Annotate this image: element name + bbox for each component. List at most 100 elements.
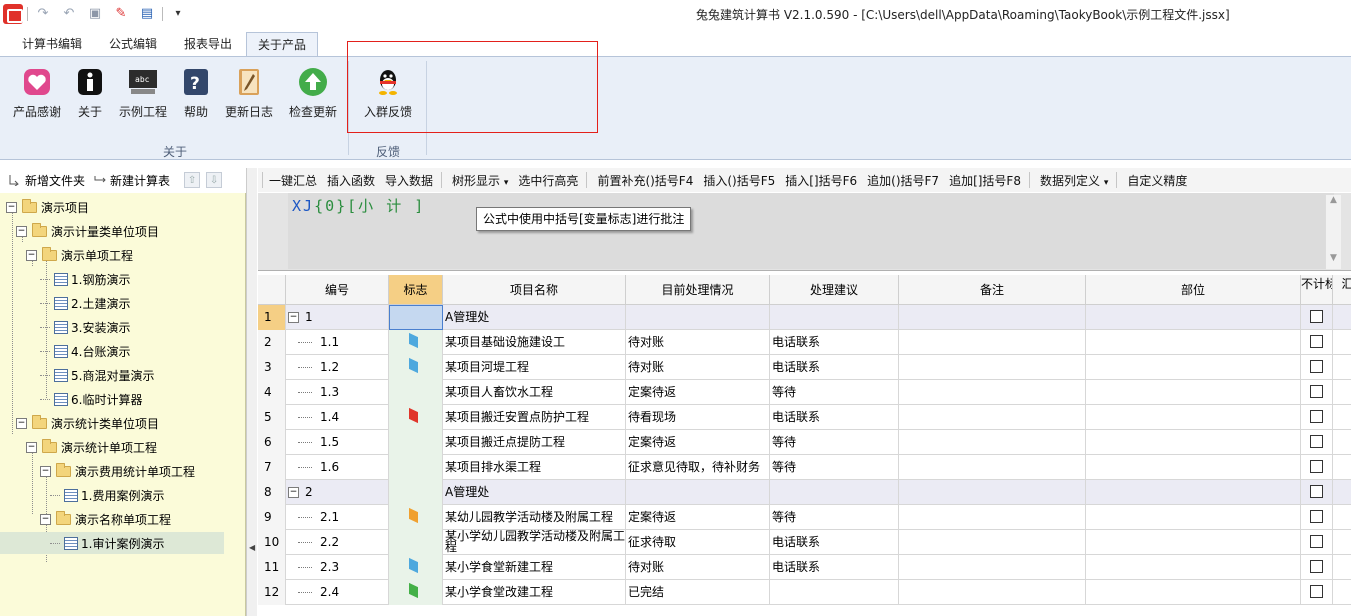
exclude-cell[interactable] <box>1301 330 1333 355</box>
highlight-selected-row-button[interactable]: 选中行高亮 <box>518 172 578 189</box>
project-name-cell[interactable]: 某小学食堂新建工程 <box>443 555 626 580</box>
exclude-cell[interactable] <box>1301 355 1333 380</box>
summarize-button[interactable]: 一键汇总 <box>269 172 317 189</box>
row-number-cell[interactable]: 8 <box>258 480 286 505</box>
tree-folder-item[interactable]: − 演示统计类单位项目 <box>16 412 159 434</box>
col-header-advice[interactable]: 处理建议 <box>770 275 899 305</box>
status-cell[interactable]: 待对账 <box>626 555 770 580</box>
project-name-cell[interactable]: 某项目基础设施建设工 <box>443 330 626 355</box>
project-name-cell[interactable]: 某项目人畜饮水工程 <box>443 380 626 405</box>
code-cell[interactable]: 2.2 <box>286 530 389 555</box>
summary-cell[interactable] <box>1333 480 1351 505</box>
table-row[interactable]: 12 2.4 某小学食堂改建工程 已完结 <box>258 580 1351 605</box>
summary-cell[interactable] <box>1333 455 1351 480</box>
row-number-cell[interactable]: 5 <box>258 405 286 430</box>
append-bracket-button[interactable]: 追加[]括号F8 <box>949 172 1021 189</box>
col-header-name[interactable]: 项目名称 <box>443 275 626 305</box>
code-cell[interactable]: 2.1 <box>286 505 389 530</box>
tree-sheet-item[interactable]: 5.商混对量演示 <box>40 364 154 386</box>
advice-cell[interactable]: 电话联系 <box>770 355 899 380</box>
status-cell[interactable]: 待看现场 <box>626 405 770 430</box>
about-button[interactable]: 关于 <box>70 67 110 127</box>
remark-cell[interactable] <box>899 355 1086 380</box>
formula-text[interactable]: XJ{0}[小 计 ] <box>292 195 425 216</box>
summary-cell[interactable] <box>1333 430 1351 455</box>
exclude-cell[interactable] <box>1301 530 1333 555</box>
exclude-checkbox[interactable] <box>1310 435 1323 448</box>
summary-cell[interactable] <box>1333 330 1351 355</box>
col-header-location[interactable]: 部位 <box>1086 275 1301 305</box>
collapse-toggle-icon[interactable]: − <box>288 487 299 498</box>
import-data-button[interactable]: 导入数据 <box>385 172 433 189</box>
location-cell[interactable] <box>1086 305 1301 330</box>
collapse-toggle-icon[interactable]: − <box>16 225 27 237</box>
table-row[interactable]: 7 1.6 某项目排水渠工程 征求意见待取，待补财务 等待 <box>258 455 1351 480</box>
row-number-cell[interactable]: 3 <box>258 355 286 380</box>
tree-folder-item[interactable]: − 演示统计单项工程 <box>26 436 157 458</box>
dropdown-icon[interactable]: ▾ <box>167 4 189 24</box>
row-number-cell[interactable]: 4 <box>258 380 286 405</box>
row-number-cell[interactable]: 10 <box>258 530 286 555</box>
flag-cell[interactable] <box>389 405 443 430</box>
code-cell[interactable]: 1.4 <box>286 405 389 430</box>
redo-icon[interactable]: ↷ <box>32 4 54 24</box>
location-cell[interactable] <box>1086 580 1301 605</box>
col-header-summary[interactable]: 汇 <box>1333 275 1351 305</box>
code-cell[interactable]: −1 <box>286 305 389 330</box>
flag-cell[interactable] <box>389 555 443 580</box>
formula-editor[interactable]: XJ{0}[小 计 ] <box>258 193 1351 271</box>
remark-cell[interactable] <box>899 405 1086 430</box>
project-name-cell[interactable]: 某项目河堤工程 <box>443 355 626 380</box>
remark-cell[interactable] <box>899 430 1086 455</box>
flag-cell[interactable] <box>389 505 443 530</box>
row-number-cell[interactable]: 6 <box>258 430 286 455</box>
save-icon[interactable]: ▣ <box>84 4 106 24</box>
remark-cell[interactable] <box>899 580 1086 605</box>
collapse-toggle-icon[interactable]: − <box>40 513 51 525</box>
table-row[interactable]: 1−1 A管理处 <box>258 305 1351 330</box>
code-cell[interactable]: −2 <box>286 480 389 505</box>
table-row[interactable]: 3 1.2 某项目河堤工程 待对账 电话联系 <box>258 355 1351 380</box>
table-row[interactable]: 11 2.3 某小学食堂新建工程 待对账 电话联系 <box>258 555 1351 580</box>
flag-cell[interactable] <box>389 355 443 380</box>
status-cell[interactable] <box>626 480 770 505</box>
status-cell[interactable]: 已完结 <box>626 580 770 605</box>
help-button[interactable]: ? 帮助 <box>176 67 216 127</box>
layout-icon[interactable]: ▤ <box>136 4 158 24</box>
advice-cell[interactable]: 等待 <box>770 505 899 530</box>
advice-cell[interactable]: 等待 <box>770 430 899 455</box>
location-cell[interactable] <box>1086 405 1301 430</box>
status-cell[interactable]: 定案待返 <box>626 380 770 405</box>
col-header-exclude[interactable]: 不计标志 <box>1301 275 1333 305</box>
exclude-cell[interactable] <box>1301 430 1333 455</box>
row-number-cell[interactable]: 9 <box>258 505 286 530</box>
tree-sheet-item[interactable]: 4.台账演示 <box>40 340 130 362</box>
formula-input-area[interactable] <box>288 193 1334 269</box>
table-row[interactable]: 8−2 A管理处 <box>258 480 1351 505</box>
collapse-toggle-icon[interactable]: − <box>16 417 27 429</box>
exclude-cell[interactable] <box>1301 580 1333 605</box>
col-header-status[interactable]: 目前处理情况 <box>626 275 770 305</box>
insert-function-button[interactable]: 插入函数 <box>327 172 375 189</box>
exclude-checkbox[interactable] <box>1310 335 1323 348</box>
remark-cell[interactable] <box>899 505 1086 530</box>
move-down-button[interactable]: ⇩ <box>206 172 223 188</box>
exclude-cell[interactable] <box>1301 555 1333 580</box>
collapse-arrow-icon[interactable]: ◀ <box>249 543 255 552</box>
exclude-cell[interactable] <box>1301 380 1333 405</box>
summary-cell[interactable] <box>1333 505 1351 530</box>
undo-icon[interactable]: ↶ <box>58 4 80 24</box>
collapse-toggle-icon[interactable]: − <box>26 441 37 453</box>
flag-cell[interactable] <box>389 530 443 555</box>
prepend-paren-button[interactable]: 前置补充()括号F4 <box>597 172 693 189</box>
location-cell[interactable] <box>1086 505 1301 530</box>
status-cell[interactable] <box>626 305 770 330</box>
tree-folder-item[interactable]: − 演示费用统计单项工程 <box>40 460 195 482</box>
new-calc-sheet-button[interactable]: 新建计算表 <box>93 172 170 189</box>
table-row[interactable]: 9 2.1 某幼儿园教学活动楼及附属工程 定案待返 等待 <box>258 505 1351 530</box>
col-header-flag[interactable]: 标志 <box>389 275 443 305</box>
location-cell[interactable] <box>1086 555 1301 580</box>
exclude-checkbox[interactable] <box>1310 585 1323 598</box>
tab-calc-edit[interactable]: 计算书编辑 <box>10 32 94 57</box>
code-cell[interactable]: 1.1 <box>286 330 389 355</box>
